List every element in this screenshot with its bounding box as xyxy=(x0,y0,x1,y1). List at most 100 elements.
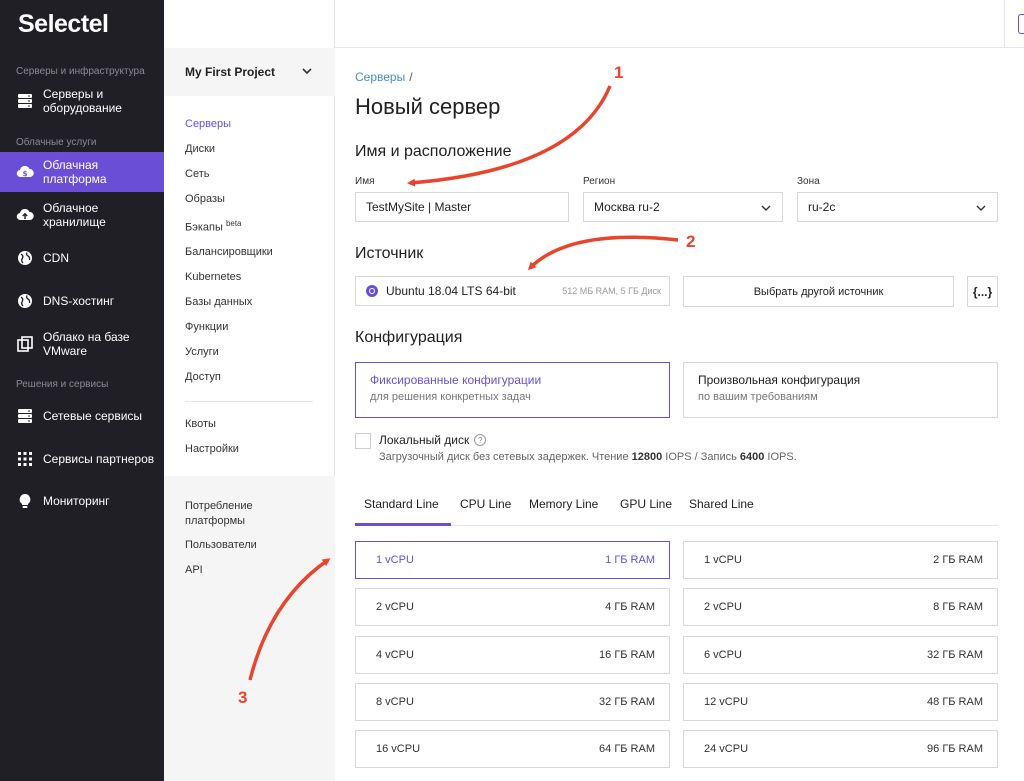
nav-link-kubernetes[interactable]: Kubernetes xyxy=(185,271,241,283)
flavor-cpu: 1 vCPU xyxy=(704,554,742,566)
sidebar-item-cloud-platform[interactable]: $ Облачная платформа xyxy=(0,152,164,192)
nav-link-settings[interactable]: Настройки xyxy=(185,443,239,455)
nav-link-disks[interactable]: Диски xyxy=(185,143,215,155)
breadcrumb-separator: / xyxy=(409,70,413,84)
tab-gpu-line[interactable]: GPU Line xyxy=(620,497,672,511)
flavor-card[interactable]: 12 vCPU 48 ГБ RAM xyxy=(683,683,998,721)
tab-standard-line[interactable]: Standard Line xyxy=(364,497,439,511)
server-name-value: TestMySite | Master xyxy=(366,200,472,214)
nav-link-users[interactable]: Пользователи xyxy=(185,539,257,551)
nav-link-network[interactable]: Сеть xyxy=(185,168,209,180)
sidebar-item-label: Сервисы партнеров xyxy=(43,452,155,466)
local-disk-checkbox[interactable] xyxy=(355,433,371,449)
sidebar-item-servers-hardware[interactable]: Серверы и оборудование xyxy=(0,81,164,121)
flavor-ram: 96 ГБ RAM xyxy=(927,743,983,755)
server-name-input[interactable]: TestMySite | Master xyxy=(355,192,569,222)
nav-link-api[interactable]: API xyxy=(185,564,203,576)
tab-cpu-line[interactable]: CPU Line xyxy=(460,497,511,511)
sidebar-item-label: Мониторинг xyxy=(43,494,110,508)
nav-link-backups[interactable]: Бэкапы beta xyxy=(185,219,242,234)
flavor-card[interactable]: 1 vCPU 2 ГБ RAM xyxy=(683,541,998,579)
region-value: Москва ru-2 xyxy=(594,200,660,214)
chevron-down-icon xyxy=(302,68,312,75)
nav-link-quotas[interactable]: Квоты xyxy=(185,418,216,430)
sidebar-item-label: CDN xyxy=(43,251,69,265)
nav-link-access[interactable]: Доступ xyxy=(185,371,221,383)
flavor-cpu: 12 vCPU xyxy=(704,696,749,708)
disk-desc-text: IOPS / Запись xyxy=(662,451,740,463)
annotation-label-2: 2 xyxy=(686,232,696,251)
tab-memory-line[interactable]: Memory Line xyxy=(529,497,598,511)
chevron-down-icon xyxy=(761,205,771,211)
chevron-down-icon xyxy=(976,205,986,211)
config-custom-option[interactable]: Произвольная конфигурация по вашим требо… xyxy=(683,362,998,418)
top-bar-divider xyxy=(1004,0,1005,48)
sidebar-item-cdn[interactable]: CDN xyxy=(0,238,164,278)
flavor-card[interactable]: 1 vCPU 1 ГБ RAM xyxy=(355,541,670,579)
breadcrumb: Серверы / xyxy=(355,70,413,84)
nav-link-platform-usage[interactable]: Потребление платформы xyxy=(185,499,285,529)
tabs-divider xyxy=(355,525,998,526)
nav-link-functions[interactable]: Функции xyxy=(185,321,228,333)
sidebar-item-cloud-storage[interactable]: Облачное хранилище xyxy=(0,195,164,235)
local-disk-description: Загрузочный диск без сетевых задержек. Ч… xyxy=(379,451,797,463)
network-icon xyxy=(16,407,34,425)
nav-divider xyxy=(185,401,313,402)
section-title-config: Конфигурация xyxy=(355,329,463,346)
flavor-ram: 4 ГБ RAM xyxy=(605,601,655,613)
sidebar-item-vmware-cloud[interactable]: Облако на базе VMware xyxy=(0,324,164,364)
sidebar-item-dns-hosting[interactable]: DNS-хостинг xyxy=(0,281,164,321)
nav-link-databases[interactable]: Базы данных xyxy=(185,296,252,308)
nav-link-servers[interactable]: Серверы xyxy=(185,118,231,130)
svg-text:$: $ xyxy=(23,170,28,178)
server-icon xyxy=(16,92,34,110)
config-fixed-option[interactable]: Фиксированные конфигурации для решения к… xyxy=(355,362,670,418)
breadcrumb-link-servers[interactable]: Серверы xyxy=(355,70,405,84)
section-title-location: Имя и расположение xyxy=(355,143,512,160)
sidebar-item-network-services[interactable]: Сетевые сервисы xyxy=(0,396,164,436)
zone-select[interactable]: ru-2c xyxy=(797,192,998,222)
flavor-card[interactable]: 4 vCPU 16 ГБ RAM xyxy=(355,636,670,674)
beta-badge: beta xyxy=(225,219,242,228)
zone-label: Зона xyxy=(797,176,820,187)
sidebar-item-monitoring[interactable]: Мониторинг xyxy=(0,481,164,521)
sidebar-item-label: DNS-хостинг xyxy=(43,294,115,308)
disk-read-iops: 12800 xyxy=(631,451,663,463)
section-title-source: Источник xyxy=(355,245,424,262)
flavor-cpu: 2 vCPU xyxy=(704,601,742,613)
flavor-card[interactable]: 2 vCPU 8 ГБ RAM xyxy=(683,588,998,626)
nav-link-images[interactable]: Образы xyxy=(185,193,225,205)
project-nav: My First Project Серверы Диски Сеть Обра… xyxy=(164,0,335,781)
source-field[interactable]: Ubuntu 18.04 LTS 64-bit 512 МБ RAM, 5 ГБ… xyxy=(355,276,670,306)
flavor-cpu: 1 vCPU xyxy=(376,554,414,566)
annotation-label-3: 3 xyxy=(238,688,248,707)
choose-source-button[interactable]: Выбрать другой источник xyxy=(683,276,954,307)
sidebar-item-label: Облачная платформа xyxy=(43,158,107,186)
flavor-cpu: 6 vCPU xyxy=(704,649,742,661)
source-value: Ubuntu 18.04 LTS 64-bit xyxy=(386,284,516,298)
flavor-card[interactable]: 24 vCPU 96 ГБ RAM xyxy=(683,730,998,768)
sidebar-item-partner-services[interactable]: Сервисы партнеров xyxy=(0,439,164,479)
nav-link-services[interactable]: Услуги xyxy=(185,346,219,358)
config-custom-subtitle: по вашим требованиям xyxy=(698,391,818,403)
code-view-button[interactable]: {...} xyxy=(967,276,998,307)
project-name: My First Project xyxy=(185,65,276,79)
flavor-card[interactable]: 16 vCPU 64 ГБ RAM xyxy=(355,730,670,768)
nav-link-balancers[interactable]: Балансировщики xyxy=(185,246,273,258)
brand-logo[interactable]: Selectel xyxy=(18,10,109,39)
flavor-card[interactable]: 8 vCPU 32 ГБ RAM xyxy=(355,683,670,721)
top-bar-button[interactable] xyxy=(1018,14,1024,34)
local-disk-label: Локальный диск xyxy=(379,433,470,447)
flavor-card[interactable]: 2 vCPU 4 ГБ RAM xyxy=(355,588,670,626)
flavor-card[interactable]: 6 vCPU 32 ГБ RAM xyxy=(683,636,998,674)
flavor-ram: 32 ГБ RAM xyxy=(599,696,655,708)
region-select[interactable]: Москва ru-2 xyxy=(583,192,783,222)
source-spec: 512 МБ RAM, 5 ГБ Диск xyxy=(562,286,661,296)
flavor-cpu: 8 vCPU xyxy=(376,696,414,708)
sidebar-item-label: Облачное хранилище xyxy=(43,201,106,229)
tab-shared-line[interactable]: Shared Line xyxy=(689,497,754,511)
help-icon[interactable]: ? xyxy=(474,434,487,446)
project-selector[interactable]: My First Project xyxy=(164,48,335,96)
sidebar-section-cloud: Облачные услуги xyxy=(16,137,97,148)
disk-desc-text: IOPS. xyxy=(764,451,797,463)
